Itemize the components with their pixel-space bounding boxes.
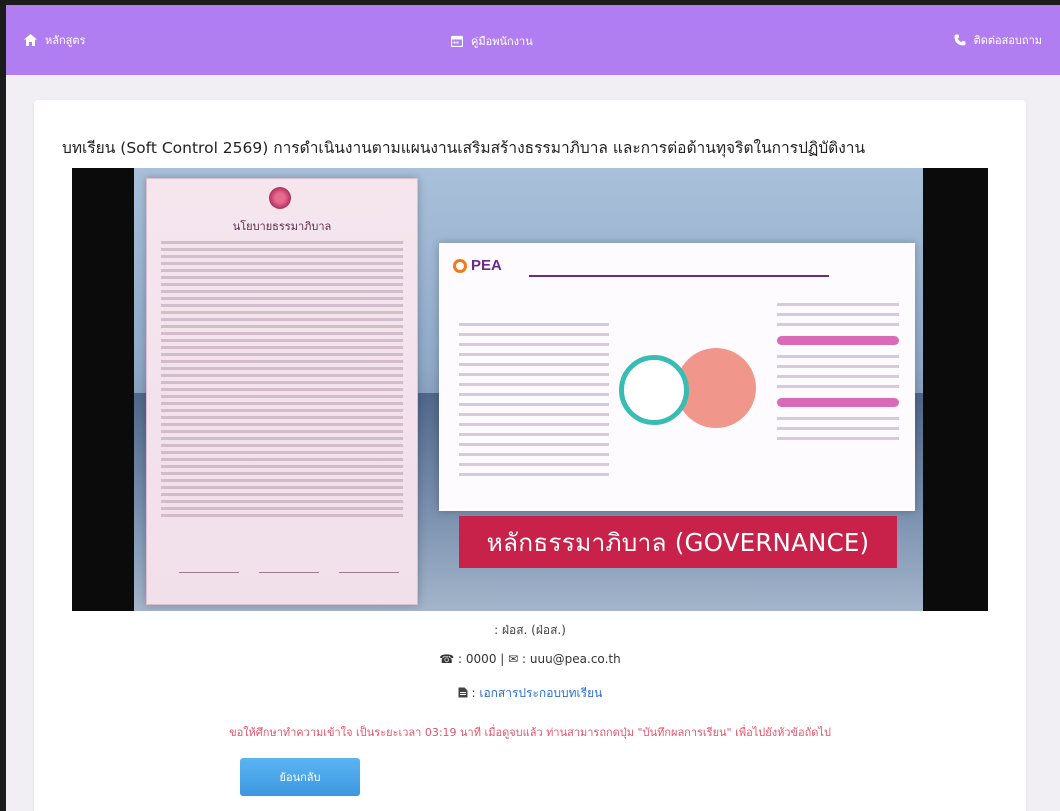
phone-icon <box>954 34 966 46</box>
emblem-icon <box>269 187 291 209</box>
nav-manual[interactable]: คู่มือพนักงาน <box>451 32 533 50</box>
pea-logo: PEA <box>453 257 502 274</box>
slide-header-bar <box>529 253 829 277</box>
nav-contact-label: ติดต่อสอบถาม <box>973 34 1042 47</box>
presentation-slide: PEA <box>439 243 915 511</box>
governance-banner: หลักธรรมาภิบาล (GOVERNANCE) <box>459 516 897 568</box>
lesson-author: : ฝ่อส. (ฝ่อส.) <box>494 623 566 637</box>
nav-contact[interactable]: ติดต่อสอบถาม <box>954 31 1042 49</box>
policy-document-image: นโยบายธรรมาภิบาล <box>146 178 418 605</box>
calendar-icon <box>451 35 463 47</box>
policy-document-heading: นโยบายธรรมาภิบาล <box>232 220 332 233</box>
study-notice: ขอให้ศึกษาทำความเข้าใจ เป็นระยะเวลา 03:1… <box>229 726 831 739</box>
nav-home-label: หลักสูตร <box>45 34 86 47</box>
slide-text-right <box>777 303 899 447</box>
pea-logo-icon <box>453 258 467 273</box>
lesson-contact: ☎ : 0000 | ✉ : uuu@pea.co.th <box>439 652 621 666</box>
document-icon <box>458 686 472 700</box>
nav-manual-label: คู่มือพนักงาน <box>471 35 533 48</box>
video-player[interactable]: นโยบายธรรมาภิบาล PEA หลักธรรมาภิบาล (GOV… <box>72 168 988 611</box>
top-navbar: หลักสูตร คู่มือพนักงาน ติดต่อสอบถาม <box>6 5 1060 75</box>
policy-document-text <box>161 241 403 521</box>
lesson-title: บทเรียน (Soft Control 2569) การดำเนินงาน… <box>62 139 866 157</box>
browser-viewport: หลักสูตร คู่มือพนักงาน ติดต่อสอบถาม บทเร… <box>0 0 1060 811</box>
back-button[interactable]: ย้อนกลับ <box>240 758 360 796</box>
home-icon <box>24 34 37 46</box>
signatures <box>169 534 409 594</box>
slide-circle-teal <box>619 355 689 425</box>
lesson-card: บทเรียน (Soft Control 2569) การดำเนินงาน… <box>34 100 1026 811</box>
slide-text-left <box>459 323 609 483</box>
pea-logo-text: PEA <box>471 257 502 274</box>
document-link[interactable]: เอกสารประกอบบทเรียน <box>479 686 602 700</box>
nav-home[interactable]: หลักสูตร <box>24 31 85 49</box>
lesson-document: : เอกสารประกอบบทเรียน <box>34 684 1026 703</box>
video-frame: นโยบายธรรมาภิบาล PEA หลักธรรมาภิบาล (GOV… <box>134 168 923 611</box>
